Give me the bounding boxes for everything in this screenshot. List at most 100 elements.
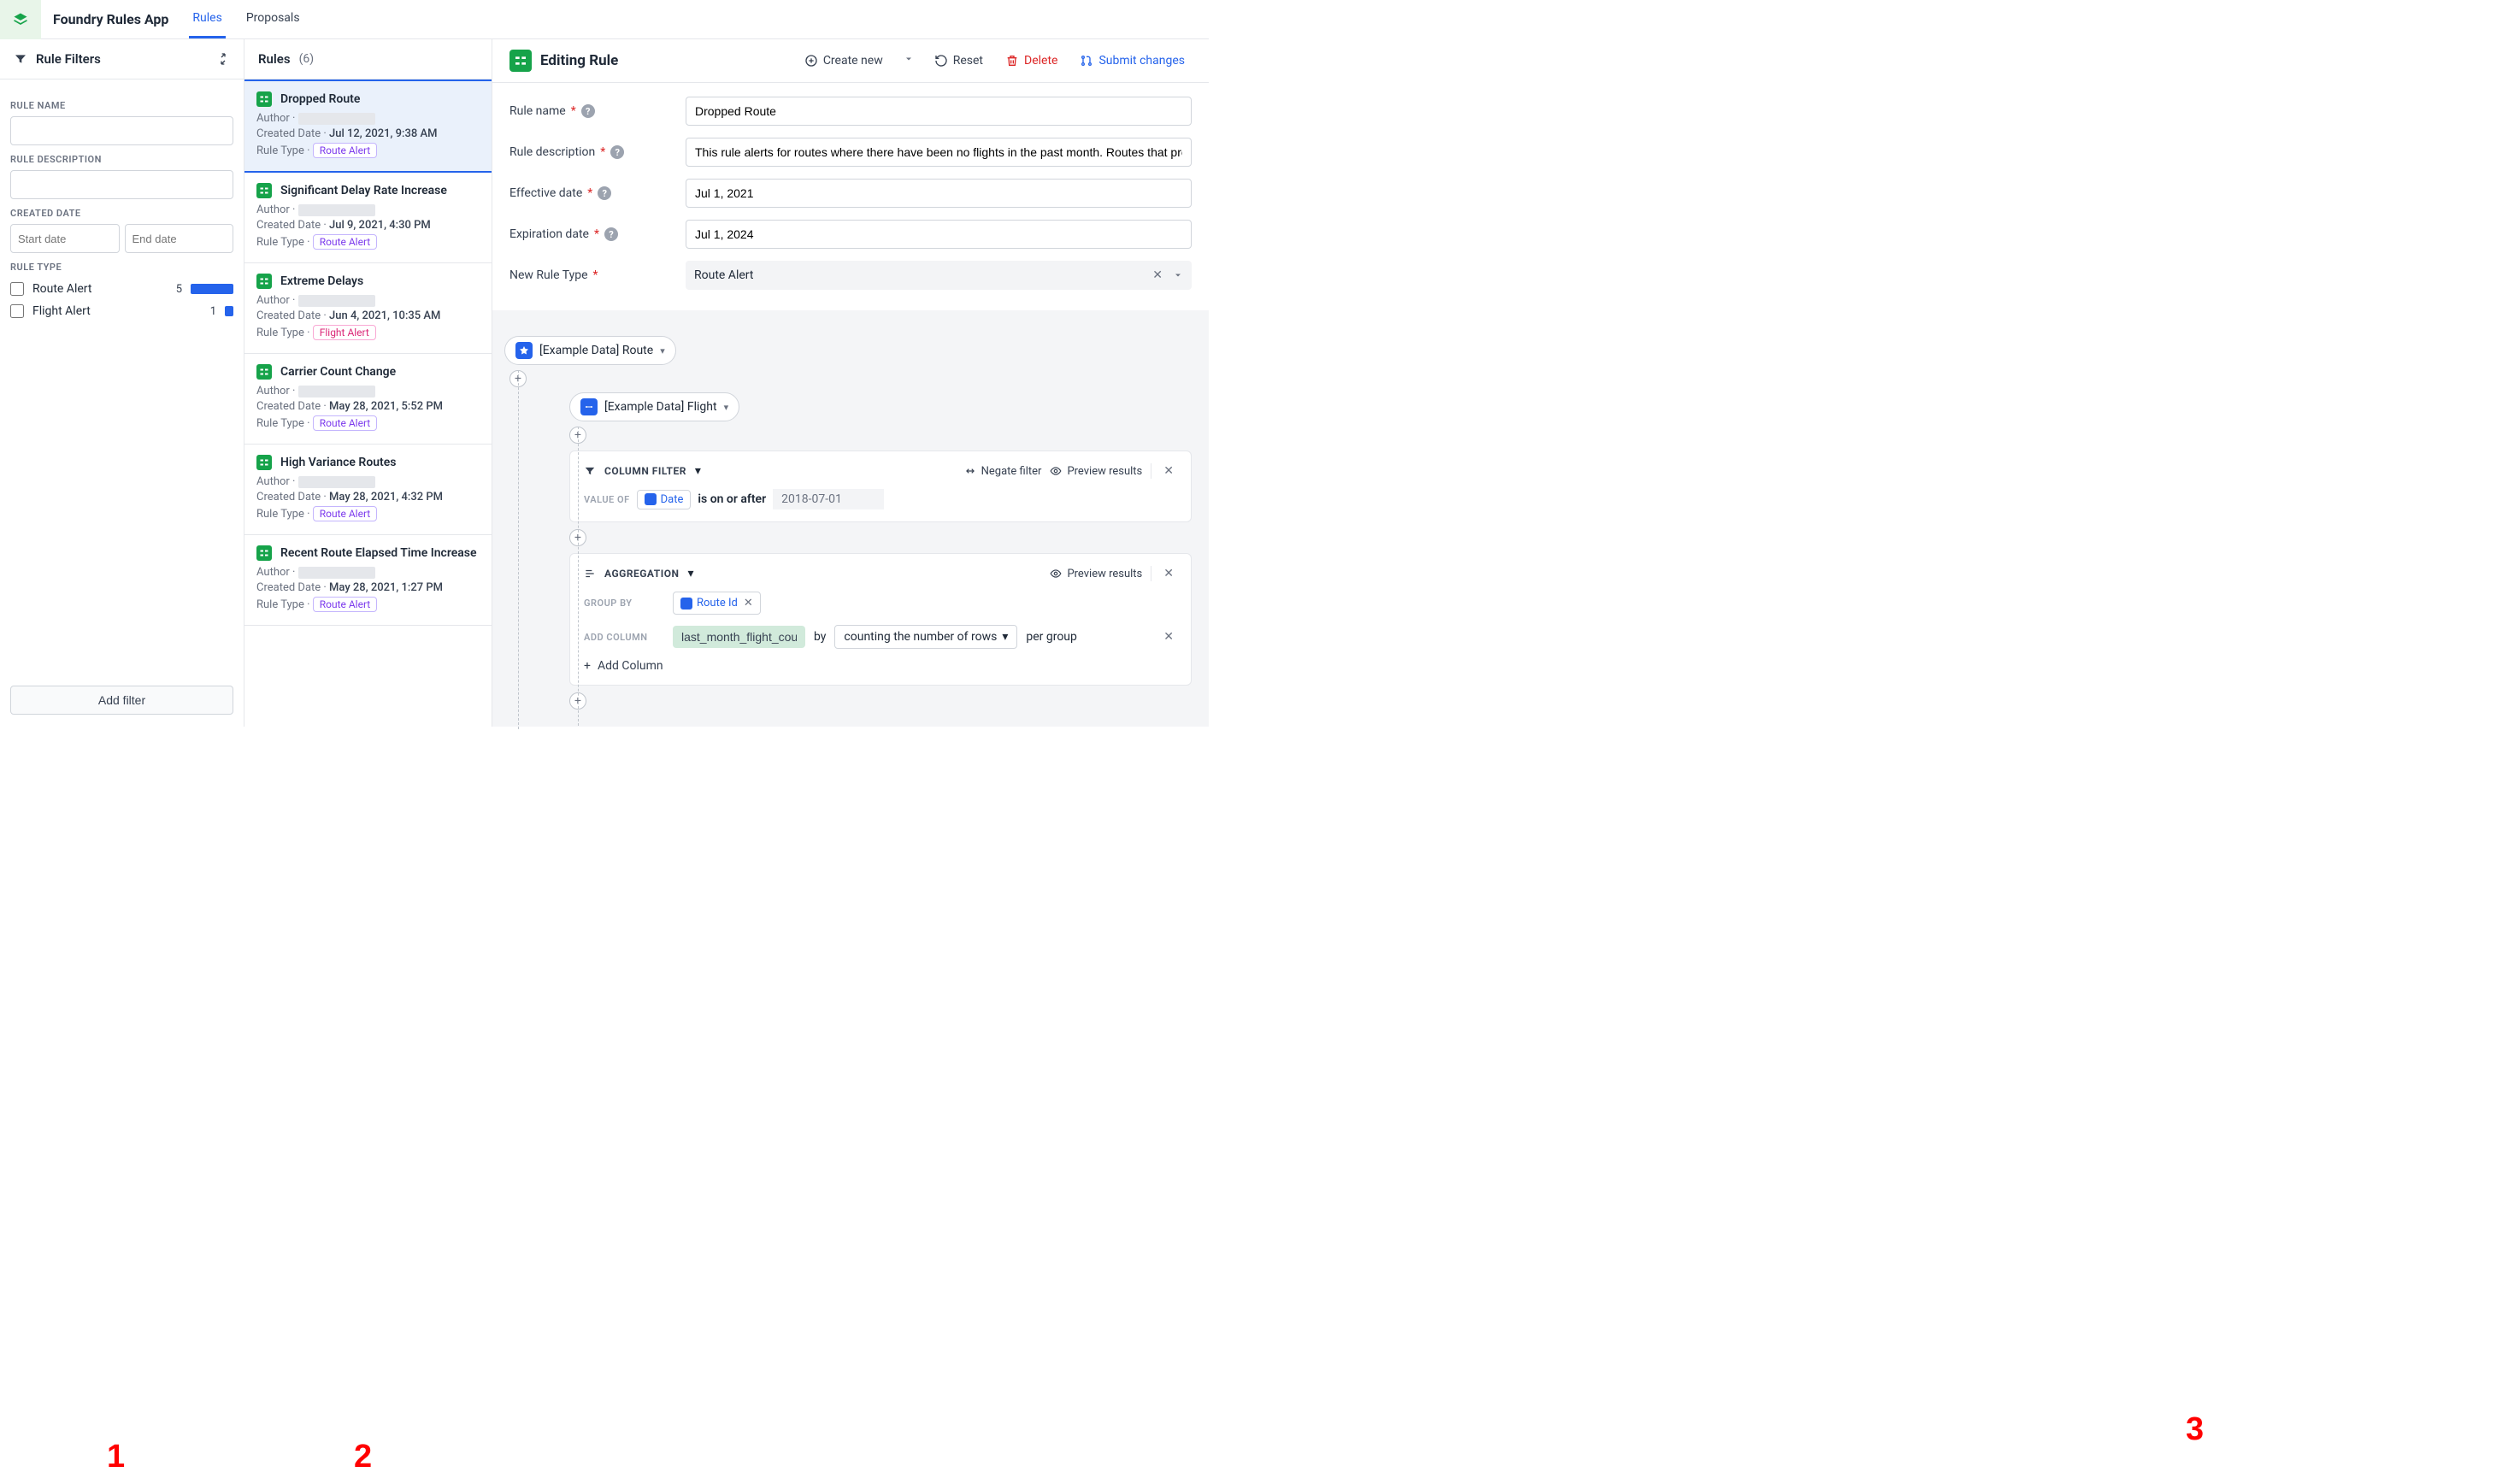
add-filter-button[interactable]: Add filter: [10, 686, 233, 715]
filter-value[interactable]: 2018-07-01: [773, 489, 884, 509]
operator-text[interactable]: is on or after: [698, 492, 766, 506]
filters-panel: Rule Filters RULE NAME RULE DESCRIPTION …: [0, 39, 244, 727]
author-label: Author: [256, 203, 290, 216]
negate-filter-button[interactable]: Negate filter: [964, 465, 1042, 478]
rule-title: Recent Route Elapsed Time Increase: [280, 546, 477, 560]
top-bar: Foundry Rules App Rules Proposals: [0, 0, 1209, 39]
rule-item[interactable]: Carrier Count Change Author · Created Da…: [244, 354, 492, 445]
add-column-label: ADD COLUMN: [584, 632, 661, 643]
preview-results-button[interactable]: Preview results: [1050, 568, 1142, 580]
submit-changes-button[interactable]: Submit changes: [1073, 50, 1192, 71]
rule-item[interactable]: High Variance Routes Author · Created Da…: [244, 445, 492, 535]
create-new-button[interactable]: Create new: [798, 50, 890, 71]
remove-column-icon[interactable]: ✕: [1160, 630, 1177, 644]
input-expiration-date[interactable]: [686, 220, 1192, 249]
help-icon[interactable]: ?: [610, 145, 624, 159]
clear-icon[interactable]: ✕: [1152, 268, 1163, 282]
rule-icon: [256, 364, 272, 380]
create-new-dropdown[interactable]: [898, 50, 919, 71]
filter-option-count: 5: [176, 283, 182, 296]
eye-icon: [1050, 568, 1062, 580]
delete-button[interactable]: Delete: [998, 50, 1064, 71]
rule-item[interactable]: Dropped Route Author · Created Date · Ju…: [244, 80, 492, 173]
created-label: Created Date: [256, 309, 321, 322]
author-label: Author: [256, 566, 290, 579]
app-logo: [0, 0, 41, 39]
filters-body: RULE NAME RULE DESCRIPTION CREATED DATE …: [0, 80, 244, 677]
filter-option-route-alert[interactable]: Route Alert 5: [10, 278, 233, 300]
stack-icon: [12, 11, 29, 28]
checkbox-route-alert[interactable]: [10, 282, 24, 296]
help-icon[interactable]: ?: [581, 104, 595, 118]
preview-results-button[interactable]: Preview results: [1050, 465, 1142, 478]
chevron-down-icon: [904, 54, 914, 64]
input-rule-name[interactable]: [686, 97, 1192, 126]
select-new-rule-type[interactable]: Route Alert ✕: [686, 261, 1192, 290]
filter-option-count: 1: [210, 305, 216, 318]
filter-label-created-date: CREATED DATE: [10, 208, 233, 219]
rule-type-tag: Route Alert: [313, 143, 378, 158]
aggregation-method-select[interactable]: counting the number of rows ▾: [834, 625, 1017, 649]
child-object-pill[interactable]: [Example Data] Flight ▾: [569, 392, 739, 421]
input-effective-date[interactable]: [686, 179, 1192, 208]
step-title: COLUMN FILTER: [604, 465, 686, 477]
close-icon[interactable]: ✕: [1160, 567, 1177, 580]
tab-rules[interactable]: Rules: [189, 0, 225, 38]
filters-header: Rule Filters: [0, 39, 244, 80]
label-rule-name: Rule name: [509, 104, 566, 118]
filters-title: Rule Filters: [36, 51, 101, 67]
group-by-field[interactable]: Route Id ✕: [673, 592, 761, 615]
author-label: Author: [256, 385, 290, 398]
chevron-down-icon[interactable]: ▾: [687, 567, 693, 580]
rule-icon: [256, 274, 272, 289]
rules-title: Rules: [258, 51, 291, 67]
input-rule-description[interactable]: [686, 138, 1192, 167]
chevron-down-icon[interactable]: ▾: [695, 464, 701, 478]
filter-start-date[interactable]: [10, 224, 120, 253]
rule-item[interactable]: Significant Delay Rate Increase Author ·…: [244, 173, 492, 263]
column-name-input[interactable]: [673, 626, 805, 648]
per-group-label: per group: [1026, 630, 1077, 644]
root-object-pill[interactable]: [Example Data] Route ▾: [504, 336, 676, 365]
filter-input-rule-description[interactable]: [10, 170, 233, 199]
reset-button[interactable]: Reset: [928, 50, 990, 71]
main-tabs: Rules Proposals: [189, 0, 303, 38]
type-label: Rule Type: [256, 144, 304, 157]
created-value: Jun 4, 2021, 10:35 AM: [329, 309, 440, 322]
created-value: Jul 9, 2021, 4:30 PM: [329, 219, 431, 232]
rule-icon: [256, 545, 272, 561]
field-icon: [645, 493, 657, 505]
rule-item[interactable]: Recent Route Elapsed Time Increase Autho…: [244, 535, 492, 626]
filter-end-date[interactable]: [125, 224, 234, 253]
created-label: Created Date: [256, 581, 321, 594]
remove-icon[interactable]: ✕: [744, 597, 753, 610]
aggregation-icon: [584, 568, 596, 580]
filter-icon: [14, 52, 27, 66]
tab-proposals[interactable]: Proposals: [243, 0, 303, 38]
field-chip[interactable]: Date: [637, 490, 692, 509]
filter-option-label: Flight Alert: [32, 304, 202, 318]
editor-panel: Editing Rule Create new Reset Delete Sub…: [492, 39, 1209, 727]
author-redacted: [298, 295, 375, 307]
editor-title: Editing Rule: [540, 52, 789, 69]
annotation-1: 1: [107, 1439, 125, 1475]
author-redacted: [298, 386, 375, 398]
help-icon[interactable]: ?: [604, 227, 618, 241]
chevron-down-icon: ▾: [724, 402, 729, 413]
close-icon[interactable]: ✕: [1160, 464, 1177, 478]
editor-form: Rule name * ? Rule description * ?: [492, 83, 1209, 310]
rule-title: Significant Delay Rate Increase: [280, 184, 447, 197]
aggregation-step: AGGREGATION ▾ Preview results ✕: [569, 553, 1192, 686]
checkbox-flight-alert[interactable]: [10, 304, 24, 318]
rule-type-tag: Route Alert: [313, 415, 378, 431]
filter-icon: [584, 465, 596, 477]
filter-option-flight-alert[interactable]: Flight Alert 1: [10, 300, 233, 322]
collapse-icon[interactable]: [216, 52, 230, 66]
filter-input-rule-name[interactable]: [10, 116, 233, 145]
filter-label-rule-description: RULE DESCRIPTION: [10, 154, 233, 165]
author-redacted: [298, 567, 375, 579]
help-icon[interactable]: ?: [598, 186, 611, 200]
add-column-button[interactable]: + Add Column: [584, 659, 663, 673]
rule-item[interactable]: Extreme Delays Author · Created Date · J…: [244, 263, 492, 354]
rule-type-tag: Flight Alert: [313, 325, 376, 340]
